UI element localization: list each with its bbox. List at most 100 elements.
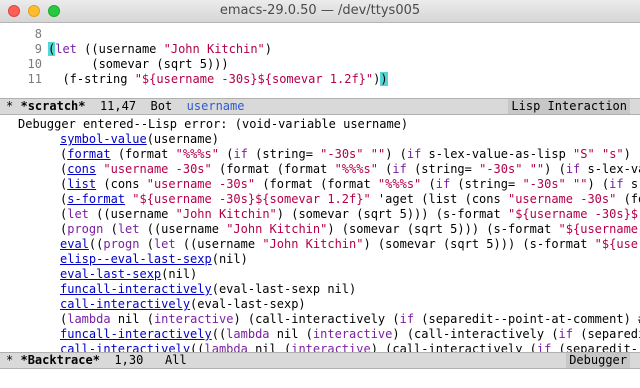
function-link[interactable]: elisp--eval-last-sexp: [60, 252, 212, 266]
code-token: ) (: [385, 147, 407, 161]
debugger-header: Debugger entered--Lisp error: (void-vari…: [0, 117, 640, 132]
code-token: (cons: [96, 177, 147, 191]
code-token: "": [529, 162, 545, 176]
code-token: (string=: [450, 177, 523, 191]
code-token: "${username -30s}${somevar 1.2f}": [134, 72, 374, 86]
function-link[interactable]: funcall-interactively: [60, 282, 212, 296]
code-token: progn: [67, 222, 104, 236]
code-token: let: [117, 222, 140, 236]
code-token: if: [435, 177, 451, 191]
code-token: "": [573, 177, 588, 191]
function-link[interactable]: format: [67, 147, 110, 161]
code-token: ): [380, 72, 388, 86]
code-line[interactable]: 9 (let ((username "John Kitchin"): [0, 42, 640, 57]
buffer-name[interactable]: *Backtrace*: [20, 353, 99, 367]
backtrace-frame[interactable]: eval((progn (let ((username "John Kitchi…: [0, 237, 640, 252]
backtrace-frame[interactable]: (let ((username "John Kitchin") (somevar…: [0, 207, 640, 222]
code-line[interactable]: 10 (somevar (sqrt 5))): [0, 57, 640, 72]
code-token: if: [399, 312, 415, 326]
code-token: "John Kitchin": [163, 42, 265, 56]
code-token: interactive: [312, 327, 393, 341]
code-token: (separedit--$: [558, 342, 640, 352]
backtrace-frame[interactable]: (s-format "${username -30s}${somevar 1.2…: [0, 192, 640, 207]
code-token: (: [421, 177, 436, 191]
code-token: ) (somevar (sqrt 5))) (s-format: [327, 222, 559, 236]
backtrace-frame[interactable]: (progn (let ((username "John Kitchin") (…: [0, 222, 640, 237]
code-token: let: [153, 237, 176, 251]
backtrace-frame[interactable]: elisp--eval-last-sexp(nil): [0, 252, 640, 267]
code-token: "-30s": [522, 177, 566, 191]
code-token: lambda: [67, 312, 111, 326]
code-token: "${username -30s}${somevar 1.2f}": [132, 192, 371, 206]
code-token: "${user$: [594, 237, 640, 251]
code-token: (string=: [247, 147, 321, 161]
backtrace-frame[interactable]: call-interactively(eval-last-sexp): [0, 297, 640, 312]
code-token: (nil): [211, 252, 248, 266]
backtrace-mode-line[interactable]: * *Backtrace* 1,30 All Debugger: [0, 352, 640, 369]
code-token: ): [623, 147, 639, 161]
code-token: ) (somevar (sqrt 5))) (s-format: [276, 207, 508, 221]
code-token: ((username: [175, 237, 263, 251]
code-token: (: [103, 222, 118, 236]
function-link[interactable]: s-format: [67, 192, 125, 206]
code-line[interactable]: 11 (f-string "${username -30s}${somevar …: [0, 72, 640, 87]
code-token: (fo$: [623, 192, 640, 206]
function-link[interactable]: eval-last-sexp: [60, 267, 161, 281]
code-token: ((: [88, 237, 104, 251]
backtrace-frame[interactable]: (format (format "%%%s" (if (string= "-30…: [0, 147, 640, 162]
backtrace-frame[interactable]: symbol-value(username): [0, 132, 640, 147]
code-line[interactable]: 8: [0, 27, 640, 42]
code-token: "John Kitchin": [175, 207, 277, 221]
code-token: interactive: [153, 312, 234, 326]
function-link[interactable]: list: [67, 177, 96, 191]
scroll-position: Bot: [150, 99, 173, 113]
function-link[interactable]: call-interactively: [60, 342, 190, 352]
window-title: emacs-29.0.50 — /dev/ttys005: [219, 3, 421, 18]
code-token: ((username: [76, 42, 164, 56]
cursor-position: 1,30: [114, 353, 144, 367]
backtrace-frame[interactable]: (cons "username -30s" (format (format "%…: [0, 162, 640, 177]
function-link[interactable]: cons: [67, 162, 96, 176]
code-token: let: [67, 207, 89, 221]
line-number: 11: [27, 72, 42, 86]
code-token: "${username -30s}$: [507, 207, 639, 221]
backtrace-frame[interactable]: eval-last-sexp(nil): [0, 267, 640, 282]
buffer-name[interactable]: *scratch*: [20, 99, 85, 113]
code-token: "username -30s": [103, 162, 212, 176]
debugger-header-text: Debugger entered--Lisp error: (void-vari…: [18, 117, 409, 131]
code-token: lambda: [226, 327, 270, 341]
modified-indicator: *: [6, 353, 14, 367]
scratch-buffer[interactable]: 8 9 (let ((username "John Kitchin") 10 (som…: [0, 23, 640, 98]
major-mode[interactable]: Lisp Interaction: [508, 99, 630, 114]
backtrace-frame[interactable]: (list (cons "username -30s" (format (for…: [0, 177, 640, 192]
scratch-mode-line[interactable]: * *scratch* 11,47 Bot username Lisp Inte…: [0, 98, 640, 115]
code-token: "-30s": [479, 162, 523, 176]
function-link[interactable]: call-interactively: [60, 297, 190, 311]
code-token: if: [392, 162, 407, 176]
function-link[interactable]: symbol-value: [60, 132, 147, 146]
line-number: 9: [34, 42, 42, 56]
code-token: ) (somevar (sqrt 5))) (s-format: [363, 237, 595, 251]
backtrace-frame[interactable]: funcall-interactively((lambda nil (inter…: [0, 327, 640, 342]
code-token: if: [233, 147, 248, 161]
code-token: progn: [103, 237, 140, 251]
function-link[interactable]: eval: [60, 237, 89, 251]
backtrace-frame[interactable]: funcall-interactively(eval-last-sexp nil…: [0, 282, 640, 297]
backtrace-frames: symbol-value(username) (format (format "%…: [0, 132, 640, 352]
function-link[interactable]: funcall-interactively: [60, 327, 212, 341]
backtrace-frame[interactable]: call-interactively((lambda nil (interact…: [0, 342, 640, 352]
backtrace-buffer[interactable]: Debugger entered--Lisp error: (void-vari…: [0, 115, 640, 352]
backtrace-frame[interactable]: (lambda nil (interactive) (call-interact…: [0, 312, 640, 327]
code-token: (eval-last-sexp nil): [211, 282, 357, 296]
code-token: ) (: [544, 162, 566, 176]
major-mode[interactable]: Debugger: [566, 353, 630, 368]
code-token: if: [609, 177, 624, 191]
code-token: (: [218, 147, 234, 161]
cursor-position: 11,47: [99, 99, 137, 113]
code-token: interactive: [291, 342, 371, 352]
code-token: ) (: [587, 177, 610, 191]
